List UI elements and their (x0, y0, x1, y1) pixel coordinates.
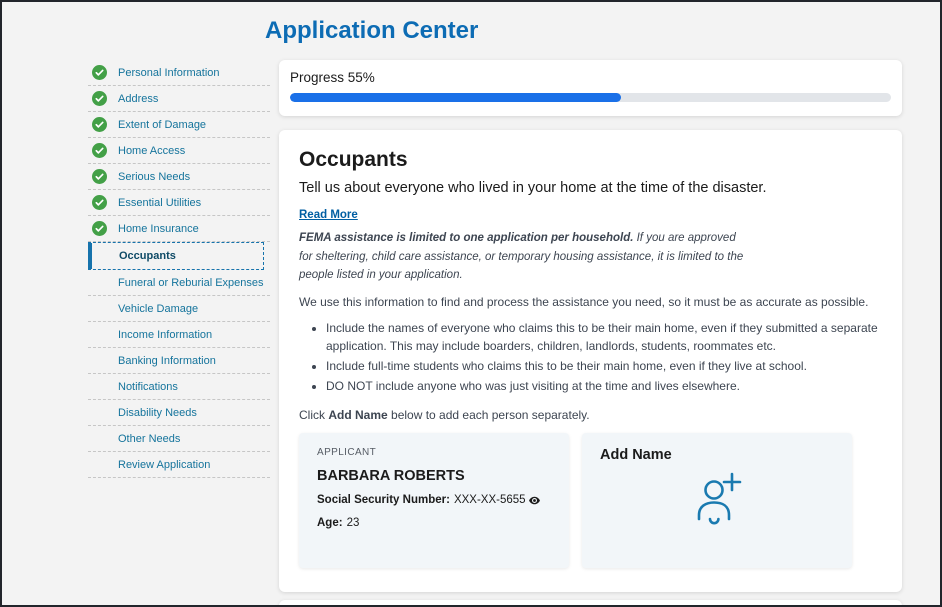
sidebar-item-address[interactable]: Address (88, 86, 270, 112)
sidebar-item-label: Vehicle Damage (118, 303, 198, 315)
sidebar-item-income-information[interactable]: Income Information (88, 322, 270, 348)
applicant-age-row: Age: 23 (317, 517, 551, 529)
sidebar-item-banking-information[interactable]: Banking Information (88, 348, 270, 374)
footer-bar: Back Skip Next (279, 600, 902, 607)
sidebar-item-disability-needs[interactable]: Disability Needs (88, 400, 270, 426)
sidebar-item-label: Notifications (118, 381, 178, 393)
main-column: Application Center Progress 55% Occupant… (279, 2, 902, 605)
check-circle-icon (92, 117, 107, 132)
sidebar-item-label: Income Information (118, 329, 212, 341)
occupants-section: Occupants Tell us about everyone who liv… (279, 130, 902, 591)
intro-text: We use this information to find and proc… (299, 295, 882, 309)
age-label: Age: (317, 517, 343, 529)
sidebar-item-label: Home Access (118, 145, 185, 157)
sidebar-item-funeral-or-reburial-expenses[interactable]: Funeral or Reburial Expenses (88, 270, 270, 296)
sidebar-item-label: Banking Information (118, 355, 216, 367)
progress-bar-track (290, 93, 891, 102)
sidebar-item-label: Essential Utilities (118, 197, 201, 209)
sidebar-item-home-insurance[interactable]: Home Insurance (88, 216, 270, 242)
sidebar-item-label: Review Application (118, 459, 210, 471)
sidebar-item-notifications[interactable]: Notifications (88, 374, 270, 400)
check-circle-icon (92, 143, 107, 158)
sidebar-item-label: Extent of Damage (118, 119, 206, 131)
check-circle-icon (92, 65, 107, 80)
sidebar-item-label: Personal Information (118, 67, 220, 79)
instruction-item: Include full-time students who claims th… (326, 357, 882, 375)
ssn-visibility-eye-icon[interactable] (528, 494, 541, 507)
applicant-name: BARBARA ROBERTS (317, 468, 551, 484)
page-title: Application Center (265, 18, 902, 44)
fema-notice-bold: FEMA assistance is limited to one applic… (299, 232, 633, 244)
sidebar-item-home-access[interactable]: Home Access (88, 138, 270, 164)
check-circle-icon (92, 169, 107, 184)
progress-card: Progress 55% (279, 60, 902, 116)
sidebar-item-serious-needs[interactable]: Serious Needs (88, 164, 270, 190)
instruction-item: DO NOT include anyone who was just visit… (326, 377, 882, 395)
sidebar-item-review-application[interactable]: Review Application (88, 452, 270, 478)
progress-fill (290, 93, 621, 102)
fema-notice: FEMA assistance is limited to one applic… (299, 229, 746, 284)
age-value: 23 (347, 517, 360, 529)
occupant-cards-row: APPLICANT BARBARA ROBERTS Social Securit… (299, 433, 882, 568)
sidebar-item-essential-utilities[interactable]: Essential Utilities (88, 190, 270, 216)
add-person-icon (600, 465, 834, 529)
application-window: Personal Information Address Extent of D… (0, 0, 942, 607)
sidebar-item-label: Serious Needs (118, 171, 190, 183)
sidebar-item-label: Address (118, 93, 158, 105)
sidebar-item-label: Funeral or Reburial Expenses (118, 277, 264, 289)
sidebar-item-label: Home Insurance (118, 223, 199, 235)
instructions-list: Include the names of everyone who claims… (299, 319, 882, 395)
read-more-link[interactable]: Read More (299, 209, 358, 221)
check-circle-icon (92, 195, 107, 210)
hint-bold: Add Name (328, 408, 387, 422)
hint-prefix: Click (299, 408, 328, 422)
steps-sidebar: Personal Information Address Extent of D… (88, 60, 270, 605)
check-circle-icon (92, 91, 107, 106)
ssn-label: Social Security Number: (317, 494, 450, 506)
check-circle-icon (92, 221, 107, 236)
sidebar-item-occupants-active[interactable]: Occupants (88, 242, 264, 270)
add-name-hint: Click Add Name below to add each person … (299, 408, 882, 422)
progress-label: Progress 55% (290, 70, 891, 85)
applicant-role-label: APPLICANT (317, 447, 551, 458)
sidebar-item-personal-information[interactable]: Personal Information (88, 60, 270, 86)
add-name-card[interactable]: Add Name (582, 433, 852, 568)
sidebar-item-label: Occupants (119, 250, 176, 262)
sidebar-item-extent-of-damage[interactable]: Extent of Damage (88, 112, 270, 138)
instruction-item: Include the names of everyone who claims… (326, 319, 882, 355)
applicant-ssn-row: Social Security Number: XXX-XX-5655 (317, 494, 551, 507)
hint-suffix: below to add each person separately. (388, 408, 590, 422)
ssn-value: XXX-XX-5655 (454, 494, 526, 506)
sidebar-item-other-needs[interactable]: Other Needs (88, 426, 270, 452)
sidebar-item-label: Other Needs (118, 433, 180, 445)
section-subheading: Tell us about everyone who lived in your… (299, 180, 882, 196)
add-name-title: Add Name (600, 447, 834, 463)
applicant-card: APPLICANT BARBARA ROBERTS Social Securit… (299, 433, 569, 568)
sidebar-item-vehicle-damage[interactable]: Vehicle Damage (88, 296, 270, 322)
section-heading: Occupants (299, 148, 882, 172)
sidebar-item-label: Disability Needs (118, 407, 197, 419)
